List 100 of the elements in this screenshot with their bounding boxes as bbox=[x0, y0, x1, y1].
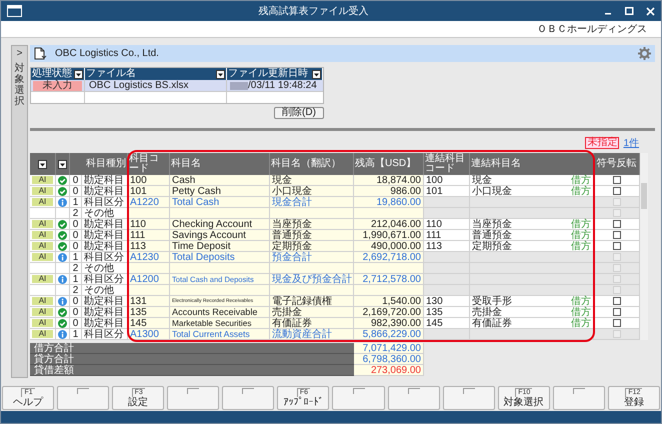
table-cell: Time Deposit bbox=[170, 241, 270, 252]
window-icon bbox=[7, 5, 22, 17]
table-cell: 勘定科目 bbox=[82, 175, 128, 186]
table-cell: 有価証券 bbox=[270, 318, 354, 329]
table-cell: Total Current Assets bbox=[170, 329, 270, 340]
table-cell: 勘定科目 bbox=[82, 230, 128, 241]
table-cell: 145 bbox=[424, 318, 470, 329]
table-cell: 勘定科目 bbox=[82, 318, 128, 329]
summary-label: 借方合計 bbox=[30, 343, 354, 354]
table-cell bbox=[354, 285, 424, 296]
summary-value: 6,798,360.00 bbox=[354, 354, 424, 365]
table-cell: 2,712,578.00 bbox=[354, 274, 424, 285]
table-cell: 2,692,718.00 bbox=[354, 252, 424, 263]
checkbox[interactable] bbox=[612, 308, 620, 316]
ai-badge: AI bbox=[32, 231, 53, 239]
checkbox[interactable] bbox=[612, 319, 620, 327]
table-cell: 0 bbox=[70, 318, 82, 329]
table-cell: 986.00 bbox=[354, 186, 424, 197]
table-cell: 100 bbox=[128, 175, 170, 186]
side-label: 借方 bbox=[571, 186, 591, 196]
table-cell: 110 bbox=[128, 219, 170, 230]
summary-value: 273,069.00 bbox=[354, 365, 424, 376]
dropdown-icon[interactable] bbox=[58, 160, 67, 168]
table-cell: 普通預金 bbox=[472, 230, 512, 240]
arrow-label: > bbox=[16, 49, 22, 59]
table-cell: 受取手形 bbox=[472, 296, 512, 306]
table-cell: 科目区分 bbox=[82, 197, 128, 208]
table-cell: 0 bbox=[70, 219, 82, 230]
table-cell: 科目区分 bbox=[82, 252, 128, 263]
table-cell: 定期預金 bbox=[472, 241, 512, 251]
table-cell: 現金 bbox=[472, 175, 492, 185]
ai-badge: AI bbox=[32, 198, 53, 206]
table-cell: 勘定科目 bbox=[82, 296, 128, 307]
table-cell: 有価証券 bbox=[472, 318, 512, 328]
table-cell: A1200 bbox=[128, 274, 170, 285]
table-cell: Cash bbox=[170, 175, 270, 186]
table-cell: 490,000.00 bbox=[354, 241, 424, 252]
checkbox[interactable] bbox=[612, 297, 620, 305]
table-cell: 勘定科目 bbox=[82, 186, 128, 197]
scrollbar[interactable] bbox=[640, 153, 648, 340]
company-header: ＯＢＣホールディングス bbox=[537, 22, 647, 36]
table-cell bbox=[424, 263, 470, 274]
table-cell: Savings Account bbox=[170, 230, 270, 241]
ai-badge: AI bbox=[32, 187, 53, 195]
delete-button[interactable]: 削除(D) bbox=[274, 107, 324, 119]
side-label: 借方 bbox=[571, 230, 591, 240]
table-cell: 科目区分 bbox=[82, 274, 128, 285]
table-cell: 135 bbox=[424, 307, 470, 318]
table-cell: 預金合計 bbox=[270, 252, 354, 263]
table-cell: 2 bbox=[70, 263, 82, 274]
table-cell: A1230 bbox=[128, 252, 170, 263]
dropdown-icon[interactable] bbox=[38, 160, 47, 168]
table-cell: Total Deposits bbox=[170, 252, 270, 263]
count-link[interactable]: 1件 bbox=[623, 136, 639, 150]
table-cell: 科目区分 bbox=[82, 329, 128, 340]
close-icon[interactable] bbox=[646, 6, 655, 16]
table-cell: 1 bbox=[70, 274, 82, 285]
ai-badge: AI bbox=[32, 297, 53, 305]
settings-icon[interactable] bbox=[638, 47, 651, 60]
table-cell: 135 bbox=[128, 307, 170, 318]
table-cell: 130 bbox=[424, 296, 470, 307]
checkbox[interactable] bbox=[612, 220, 620, 228]
table-cell: 普通預金 bbox=[270, 230, 354, 241]
table-cell: 5,866,229.00 bbox=[354, 329, 424, 340]
table-cell: その他 bbox=[82, 263, 128, 274]
table-cell: 当座預金 bbox=[270, 219, 354, 230]
checkbox[interactable] bbox=[612, 176, 620, 184]
table-cell: 1,540.00 bbox=[354, 296, 424, 307]
side-label: 借方 bbox=[571, 318, 591, 328]
table-cell: 100 bbox=[424, 175, 470, 186]
table-cell: 現金及び預金合計 bbox=[270, 274, 354, 285]
table-cell: Accounts Receivable bbox=[170, 307, 270, 318]
table-cell: 電子記録債権 bbox=[270, 296, 354, 307]
ai-badge: AI bbox=[32, 220, 53, 228]
side-tab-label: 対象選択 bbox=[14, 63, 24, 107]
side-tab[interactable]: > 対象選択 bbox=[11, 45, 28, 378]
table-cell: Total Cash bbox=[170, 197, 270, 208]
ai-badge: AI bbox=[32, 308, 53, 316]
table-cell bbox=[424, 197, 470, 208]
checkbox[interactable] bbox=[612, 231, 620, 239]
table-cell: OBC Logistics BS.xlsx bbox=[85, 80, 227, 91]
table-cell: 現金 bbox=[270, 175, 354, 186]
table-cell: 小口現金 bbox=[472, 186, 512, 196]
company-name: OBC Logistics Co., Ltd. bbox=[55, 47, 160, 61]
side-label: 借方 bbox=[571, 296, 591, 306]
checkbox[interactable] bbox=[612, 187, 620, 195]
table-cell bbox=[424, 274, 470, 285]
maximize-icon[interactable] bbox=[625, 7, 634, 15]
table-cell: 1,990,671.00 bbox=[354, 230, 424, 241]
window-title: 残高試算表ファイル受入 bbox=[258, 4, 370, 18]
table-cell: A1300 bbox=[128, 329, 170, 340]
status-badge: 未入力 bbox=[33, 80, 82, 90]
checkbox[interactable] bbox=[612, 242, 620, 250]
summary-label: 貸借差額 bbox=[30, 365, 354, 376]
table-cell: 0 bbox=[70, 230, 82, 241]
table-cell: 113 bbox=[128, 241, 170, 252]
ai-badge: AI bbox=[32, 275, 53, 283]
table-cell: 当座預金 bbox=[472, 219, 512, 229]
table-cell: Marketable Securities bbox=[170, 318, 270, 329]
table-cell: 18,874.00 bbox=[354, 175, 424, 186]
